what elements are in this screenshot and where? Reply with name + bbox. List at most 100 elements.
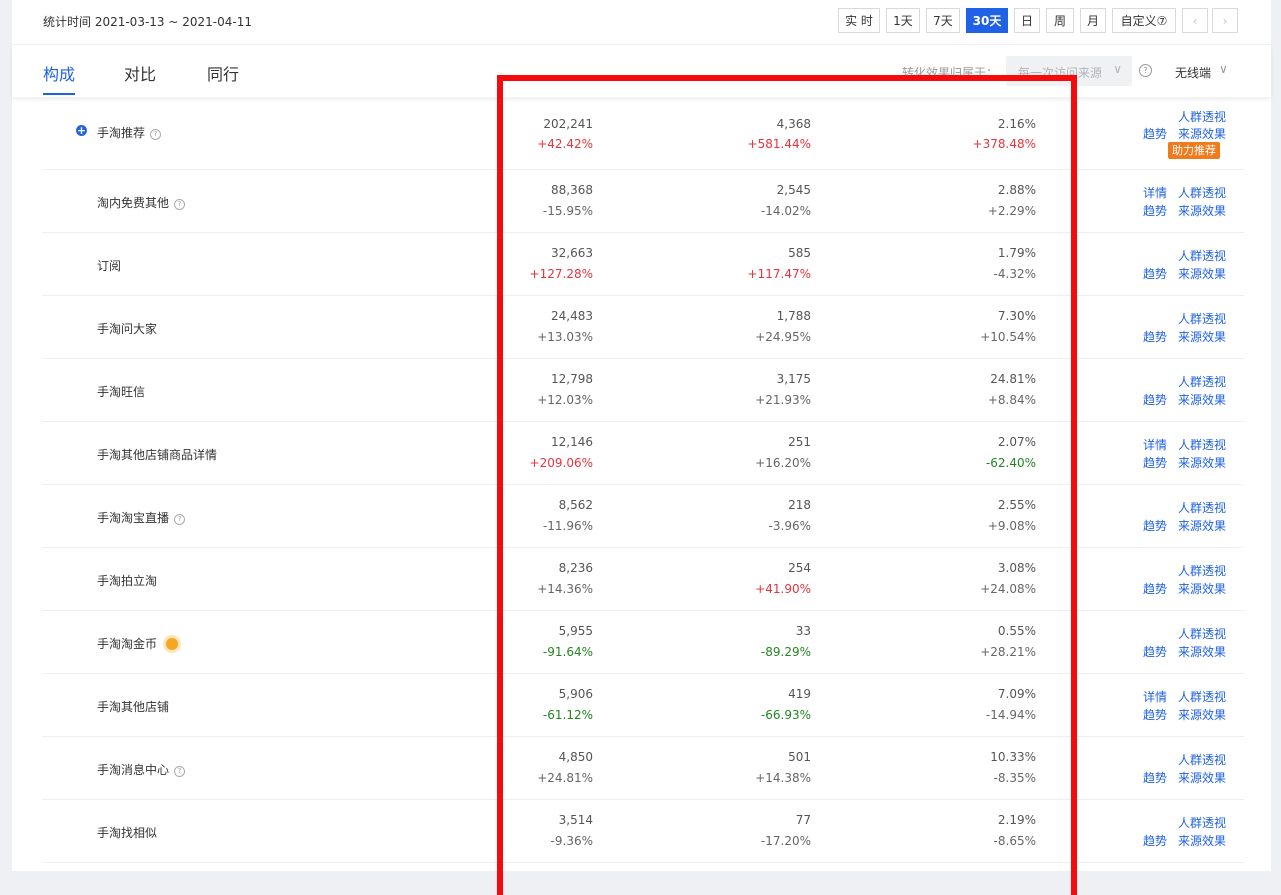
range-1d-button[interactable]: 1天 (886, 8, 920, 33)
metric-value-2: 501 (788, 750, 811, 764)
source-name[interactable]: 手淘问大家 (97, 320, 157, 337)
source-effect-link[interactable]: 来源效果 (1178, 769, 1226, 786)
metric-change-2: +14.38% (755, 771, 811, 785)
help-icon[interactable]: ? (174, 514, 186, 525)
source-name[interactable]: 手淘其他店铺 (97, 698, 169, 715)
range-day-button[interactable]: 日 (1014, 8, 1040, 33)
source-name[interactable]: 手淘推荐? (97, 124, 162, 141)
crowd-insight-link[interactable]: 人群透视 (1178, 499, 1226, 516)
source-name[interactable]: 手淘淘金币 (97, 635, 179, 652)
detail-link[interactable]: 详情 (1143, 688, 1167, 705)
source-effect-link[interactable]: 来源效果 (1178, 643, 1226, 660)
crowd-insight-link[interactable]: 人群透视 (1178, 814, 1226, 831)
table-row: + 手淘推荐? 202,241 +42.42% 4,368 +581.44% 2.16% +3… (42, 97, 1244, 170)
range-realtime-button[interactable]: 实 时 (838, 8, 880, 33)
crowd-insight-link[interactable]: 人群透视 (1178, 108, 1226, 125)
metric-value-2: 4,368 (776, 117, 811, 131)
help-icon[interactable]: ? (174, 766, 186, 777)
tab-bar: 构成 对比 同行 转化效果归属于： 每一次访问来源 ∨ ? 无线端 ∨ (12, 45, 1271, 97)
source-effect-link[interactable]: 来源效果 (1178, 517, 1226, 534)
source-name[interactable]: 淘内免费其他? (97, 194, 186, 211)
crowd-insight-link[interactable]: 人群透视 (1178, 310, 1226, 327)
source-effect-link[interactable]: 来源效果 (1178, 454, 1226, 471)
crowd-insight-link[interactable]: 人群透视 (1178, 625, 1226, 642)
source-select-value: 每一次访问来源 (1018, 66, 1103, 80)
conversion-attribution-label: 转化效果归属于： (902, 66, 999, 80)
trend-link[interactable]: 趋势 (1143, 706, 1167, 723)
metric-value-1: 8,562 (558, 498, 593, 512)
metric-change-1: +209.06% (529, 456, 593, 470)
source-effect-link[interactable]: 来源效果 (1178, 391, 1226, 408)
metric-value-2: 2,545 (776, 183, 811, 197)
table-row: 淘内免费其他? 88,368 -15.95% 2,545 -14.02% 2.88% +2.… (42, 170, 1244, 233)
detail-link[interactable]: 详情 (1143, 184, 1167, 201)
source-name[interactable]: 手淘拍立淘 (97, 572, 157, 589)
device-select[interactable]: 无线端 (1175, 64, 1211, 81)
table-row: 手淘淘金币 5,955 -91.64% 33 -89.29% 0.55% +28.21% 人群… (42, 611, 1244, 674)
source-effect-link[interactable]: 来源效果 (1178, 202, 1226, 219)
trend-link[interactable]: 趋势 (1143, 328, 1167, 345)
trend-link[interactable]: 趋势 (1143, 832, 1167, 849)
crowd-insight-link[interactable]: 人群透视 (1178, 373, 1226, 390)
metric-change-1: -11.96% (542, 519, 593, 533)
help-icon[interactable]: ? (150, 129, 162, 140)
range-week-button[interactable]: 周 (1046, 8, 1074, 33)
expand-plus-icon[interactable]: + (76, 125, 87, 136)
trend-link[interactable]: 趋势 (1143, 643, 1167, 660)
chevron-down-icon: ∨ (1113, 62, 1122, 76)
trend-link[interactable]: 趋势 (1143, 265, 1167, 282)
metric-value-3: 7.30% (997, 309, 1036, 323)
source-name[interactable]: 手淘消息中心? (97, 761, 186, 778)
crowd-insight-link[interactable]: 人群透视 (1178, 562, 1226, 579)
metric-value-1: 4,850 (558, 750, 593, 764)
crowd-insight-link[interactable]: 人群透视 (1178, 436, 1226, 453)
range-30d-button[interactable]: 30天 (966, 8, 1008, 33)
trend-link[interactable]: 趋势 (1143, 391, 1167, 408)
help-icon[interactable]: ? (1139, 64, 1152, 77)
source-effect-link[interactable]: 来源效果 (1178, 706, 1226, 723)
source-name[interactable]: 订阅 (97, 257, 121, 274)
metric-value-3: 2.07% (997, 435, 1036, 449)
crowd-insight-link[interactable]: 人群透视 (1178, 184, 1226, 201)
crowd-insight-link[interactable]: 人群透视 (1178, 688, 1226, 705)
source-effect-link[interactable]: 来源效果 (1178, 328, 1226, 345)
range-7d-button[interactable]: 7天 (926, 8, 960, 33)
source-table: + 手淘推荐? 202,241 +42.42% 4,368 +581.44% 2.16% +3… (42, 97, 1244, 863)
source-name[interactable]: 手淘淘宝直播? (97, 509, 186, 526)
help-icon[interactable]: ? (174, 199, 186, 210)
source-name[interactable]: 手淘找相似 (97, 824, 157, 841)
next-arrow-icon[interactable]: › (1212, 8, 1238, 33)
trend-link[interactable]: 趋势 (1143, 454, 1167, 471)
tab-peer[interactable]: 同行 (207, 61, 239, 85)
boost-recommend-badge[interactable]: 助力推荐 (1168, 142, 1220, 159)
source-effect-link[interactable]: 来源效果 (1178, 580, 1226, 597)
metric-change-3: -8.35% (993, 771, 1036, 785)
metric-value-1: 3,514 (558, 813, 593, 827)
range-month-button[interactable]: 月 (1080, 8, 1106, 33)
trend-link[interactable]: 趋势 (1143, 769, 1167, 786)
source-effect-link[interactable]: 来源效果 (1178, 265, 1226, 282)
trend-link[interactable]: 趋势 (1143, 517, 1167, 534)
detail-link[interactable]: 详情 (1143, 436, 1167, 453)
metric-change-2: -3.96% (768, 519, 811, 533)
source-effect-link[interactable]: 来源效果 (1178, 125, 1226, 142)
metric-value-3: 2.55% (997, 498, 1036, 512)
source-effect-link[interactable]: 来源效果 (1178, 832, 1226, 849)
tab-composition[interactable]: 构成 (43, 61, 75, 85)
range-custom-button[interactable]: 自定义⑦ (1112, 8, 1176, 33)
crowd-insight-link[interactable]: 人群透视 (1178, 751, 1226, 768)
source-select[interactable]: 每一次访问来源 ∨ (1006, 56, 1132, 86)
trend-link[interactable]: 趋势 (1143, 580, 1167, 597)
metric-value-1: 5,906 (558, 687, 593, 701)
prev-arrow-icon[interactable]: ‹ (1182, 8, 1208, 33)
source-name[interactable]: 手淘其他店铺商品详情 (97, 446, 217, 463)
metric-change-2: +24.95% (755, 330, 811, 344)
chevron-down-icon: ∨ (1219, 62, 1228, 76)
source-name[interactable]: 手淘旺信 (97, 383, 145, 400)
trend-link[interactable]: 趋势 (1143, 125, 1167, 142)
metric-change-3: +28.21% (980, 645, 1036, 659)
table-row: 手淘消息中心? 4,850 +24.81% 501 +14.38% 10.33% -8.35… (42, 737, 1244, 800)
trend-link[interactable]: 趋势 (1143, 202, 1167, 219)
tab-compare[interactable]: 对比 (124, 61, 156, 85)
crowd-insight-link[interactable]: 人群透视 (1178, 247, 1226, 264)
